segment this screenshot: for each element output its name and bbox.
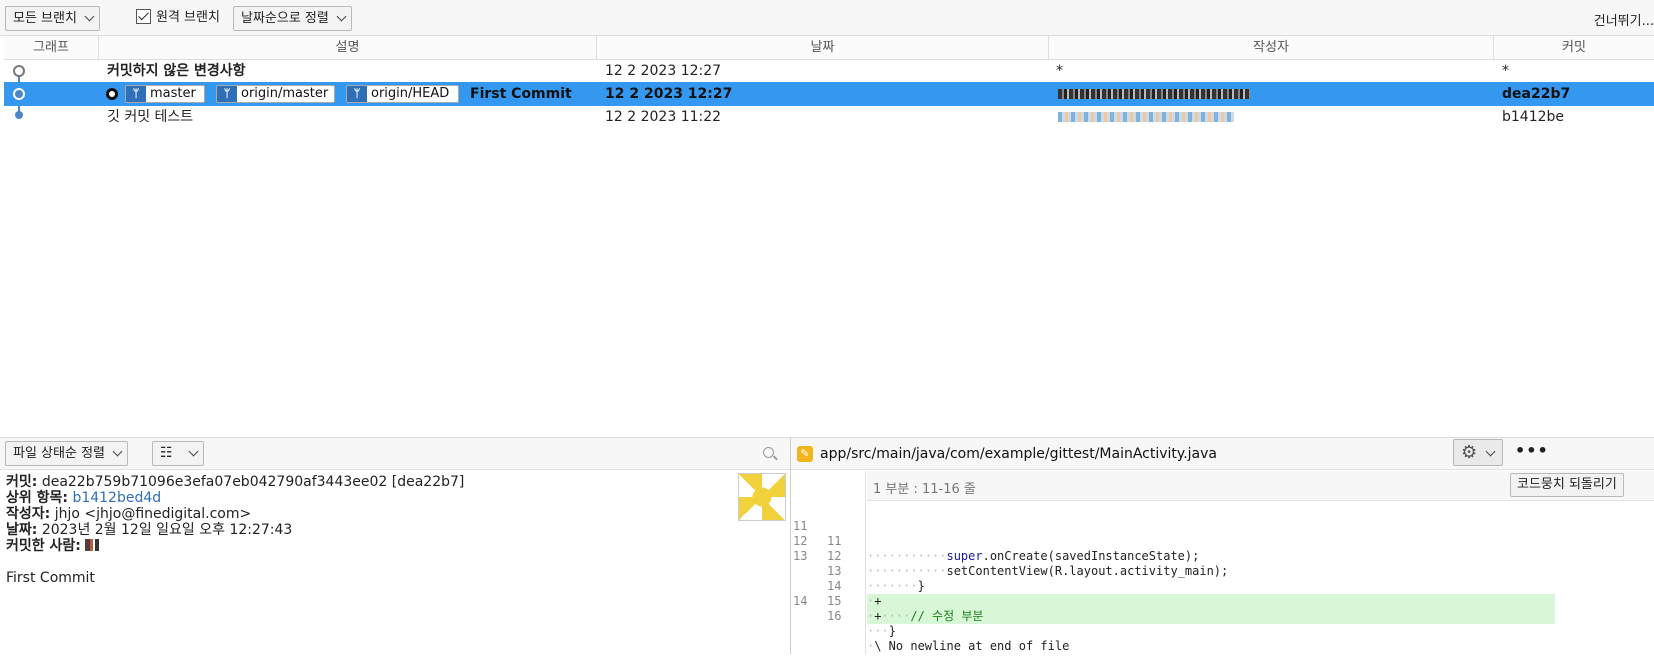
branches-dropdown[interactable]: 모든 브랜치 bbox=[5, 6, 100, 31]
column-header-author[interactable]: 작성자 bbox=[1049, 36, 1494, 60]
file-sort-label: 파일 상태순 정렬 bbox=[13, 446, 105, 461]
column-header-date[interactable]: 날짜 bbox=[597, 36, 1049, 60]
commit-hash: * bbox=[1502, 63, 1509, 79]
hunk-header: 1 부분 : 11-16 줄 코드뭉치 되돌리기 bbox=[867, 471, 1654, 501]
more-options-icon[interactable]: ••• bbox=[1515, 441, 1549, 460]
graph-node-uncommitted bbox=[13, 65, 25, 77]
commit-description: 커밋하지 않은 변경사항 bbox=[107, 63, 246, 79]
avatar bbox=[738, 473, 786, 521]
commit-hash: dea22b7 bbox=[1502, 86, 1571, 102]
chevron-down-icon bbox=[112, 446, 123, 457]
diff-code: 11 11 ···········super.onCreate(savedIns… bbox=[791, 504, 1654, 653]
diff-line: 11 11 ···········super.onCreate(savedIns… bbox=[793, 519, 1200, 563]
view-mode-dropdown[interactable]: ☷ bbox=[152, 441, 204, 466]
ref-badge-origin-master[interactable]: ᛘ origin/master bbox=[216, 85, 335, 103]
commit-description: 깃 커밋 테스트 bbox=[107, 109, 194, 125]
head-indicator-icon bbox=[106, 88, 118, 100]
commit-date: 12 2 2023 12:27 bbox=[605, 86, 733, 102]
code-comment: // 수정 부분 bbox=[910, 609, 984, 623]
code-text: } bbox=[888, 624, 896, 638]
diff-line: 12 12 ···········setContentView(R.layout… bbox=[793, 534, 1229, 578]
graph-node-selected bbox=[13, 88, 25, 100]
commit-author-redacted bbox=[1058, 112, 1234, 122]
parent-label: 상위 항목: bbox=[6, 490, 68, 506]
commit-details-pane: 파일 상태순 정렬 ☷ 커밋: dea22b759b71096e3efa07eb… bbox=[0, 437, 790, 654]
date-label: 날짜: bbox=[6, 522, 38, 538]
commit-date: 12 2 2023 11:22 bbox=[605, 109, 722, 125]
ref-badge-master[interactable]: ᛘ master bbox=[125, 85, 205, 103]
revert-hunk-button[interactable]: 코드뭉치 되돌리기 bbox=[1510, 473, 1624, 497]
chevron-down-icon bbox=[84, 11, 95, 22]
diff-line-added: 14 ·+ bbox=[791, 549, 1654, 609]
diff-line-added: 15 ·+····// 수정 부분 bbox=[791, 564, 1654, 624]
chevron-down-icon bbox=[1485, 446, 1496, 457]
ref-badge-origin-head[interactable]: ᛘ origin/HEAD bbox=[346, 85, 459, 103]
commit-description: First Commit bbox=[470, 86, 572, 102]
modified-file-icon: ✎ bbox=[797, 446, 813, 462]
commit-date: 12 2 2023 12:27 bbox=[605, 63, 722, 79]
column-header-graph[interactable]: 그래프 bbox=[4, 36, 99, 60]
file-sort-dropdown[interactable]: 파일 상태순 정렬 bbox=[5, 441, 128, 466]
hunk-title: 1 부분 : 11-16 줄 bbox=[873, 482, 976, 497]
no-newline-notice: \ No newline at end of file bbox=[874, 639, 1070, 653]
chevron-down-icon bbox=[188, 446, 199, 457]
column-header-description[interactable]: 설명 bbox=[99, 36, 597, 60]
commit-label: 커밋: bbox=[6, 474, 38, 490]
branch-icon: ᛘ bbox=[217, 86, 237, 102]
commit-row-selected[interactable]: ᛘ master ᛘ origin/master ᛘ origin/HEAD Firs… bbox=[4, 82, 1654, 106]
main-toolbar: 모든 브랜치 원격 브랜치 날짜순으로 정렬 건너뛰기... bbox=[0, 0, 1654, 36]
commit-hash: b1412be bbox=[1502, 109, 1565, 125]
date-value: 2023년 2월 12일 일요일 오후 12:27:43 bbox=[41, 522, 293, 538]
file-list-toolbar: 파일 상태순 정렬 ☷ bbox=[0, 438, 790, 470]
sort-dropdown[interactable]: 날짜순으로 정렬 bbox=[233, 6, 352, 31]
diff-line: ·\ No newline at end of file bbox=[867, 639, 1070, 653]
gear-icon: ⚙ bbox=[1461, 442, 1478, 463]
list-view-icon: ☷ bbox=[160, 445, 173, 461]
remote-branches-label: 원격 브랜치 bbox=[156, 10, 220, 25]
column-header-commit[interactable]: 커밋 bbox=[1494, 36, 1654, 60]
commit-author: * bbox=[1056, 63, 1063, 79]
sort-dropdown-label: 날짜순으로 정렬 bbox=[241, 11, 329, 26]
commit-row-uncommitted[interactable]: 커밋하지 않은 변경사항 12 2 2023 12:27 * * bbox=[4, 59, 1654, 83]
diff-line: 13 13 ·······} bbox=[793, 549, 925, 593]
author-value: jhjo <jhjo@finedigital.com> bbox=[54, 506, 252, 522]
commit-sha: dea22b759b71096e3efa07eb042790af3443ee02… bbox=[41, 474, 465, 490]
commit-author-redacted bbox=[1058, 89, 1250, 99]
diff-file-path: app/src/main/java/com/example/gittest/Ma… bbox=[820, 446, 1217, 462]
diff-header: ✎ app/src/main/java/com/example/gittest/… bbox=[791, 438, 1654, 470]
committer-label: 커밋한 사람: bbox=[6, 538, 81, 554]
branches-dropdown-label: 모든 브랜치 bbox=[13, 11, 77, 26]
commit-details: 커밋: dea22b759b71096e3efa07eb042790af3443… bbox=[6, 474, 726, 586]
parent-commit-link[interactable]: b1412bed4d bbox=[72, 490, 161, 506]
graph-node bbox=[15, 111, 23, 119]
branch-icon: ᛘ bbox=[347, 86, 367, 102]
author-label: 작성자: bbox=[6, 506, 51, 522]
commit-row[interactable]: 깃 커밋 테스트 12 2 2023 11:22 b1412be bbox=[4, 105, 1654, 129]
commit-message: First Commit bbox=[6, 570, 95, 586]
chevron-down-icon bbox=[336, 11, 347, 22]
committer-redacted bbox=[85, 539, 100, 551]
skip-button[interactable]: 건너뛰기... bbox=[1594, 10, 1654, 29]
search-icon[interactable] bbox=[763, 447, 774, 458]
remote-branches-toggle[interactable]: 원격 브랜치 bbox=[136, 9, 220, 29]
diff-settings-button[interactable]: ⚙ bbox=[1453, 439, 1503, 466]
checkbox-checked-icon[interactable] bbox=[136, 9, 151, 24]
diff-pane: ✎ app/src/main/java/com/example/gittest/… bbox=[790, 437, 1654, 655]
diff-line: 14 16 ···} bbox=[793, 594, 896, 638]
branch-icon: ᛘ bbox=[126, 86, 146, 102]
